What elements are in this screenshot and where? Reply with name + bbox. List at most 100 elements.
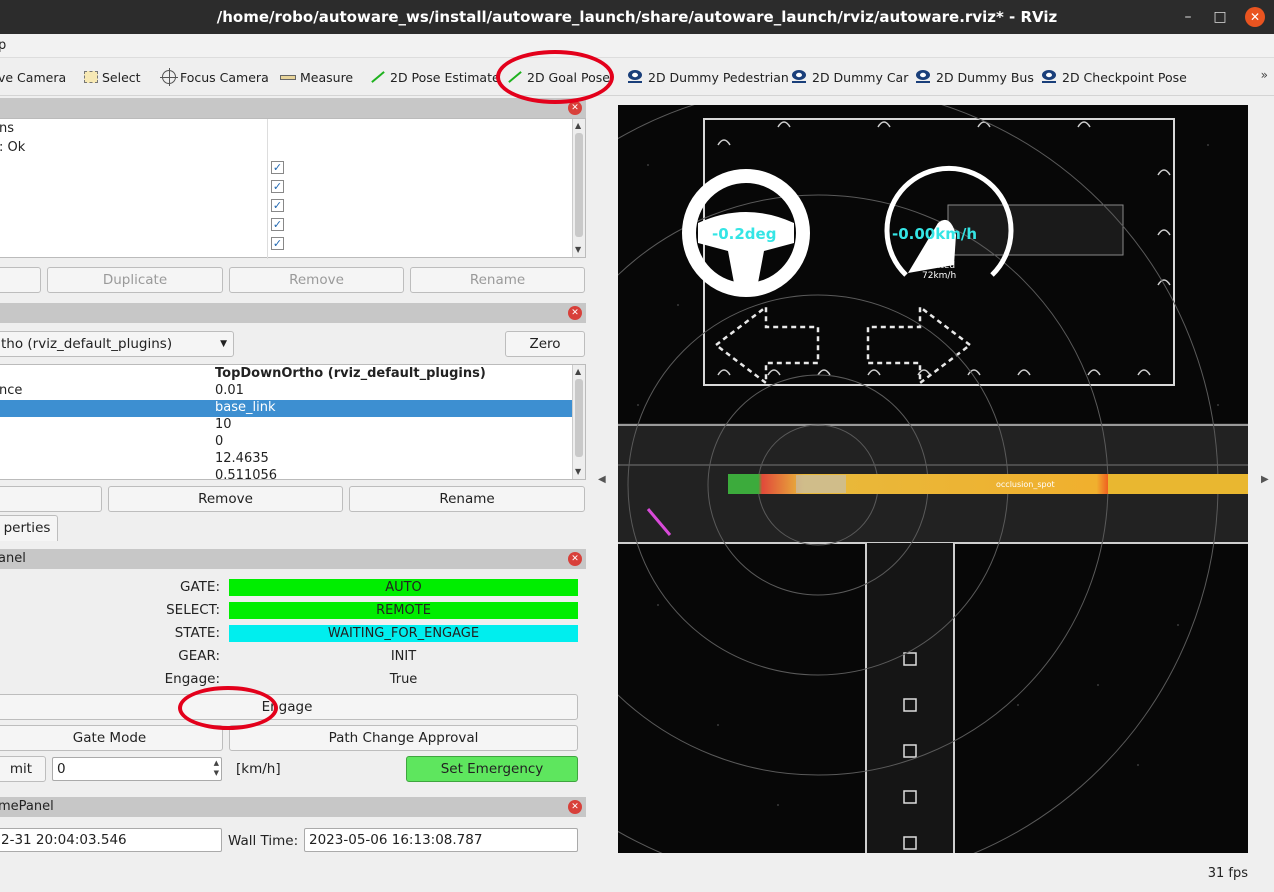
autoware-state-panel-header: anel ✕ [0,549,586,569]
tool-label: 2D Dummy Bus [936,69,1034,85]
splitter-right-arrow-icon[interactable]: ▶ [1261,474,1269,485]
scroll-thumb[interactable] [575,379,583,457]
chevron-down-icon: ▼ [220,339,227,349]
side-road [866,543,954,853]
enable-checkbox[interactable]: ✓ [271,180,284,193]
tree-item[interactable]: ns [0,121,14,138]
save-view-button[interactable] [0,486,102,512]
scroll-up-icon[interactable]: ▲ [575,367,581,376]
highlight-engage [178,686,278,730]
wall-time-field[interactable]: 2023-05-06 16:13:08.787 [304,828,578,852]
engage-button[interactable]: Engage [0,694,578,720]
zero-button[interactable]: Zero [505,331,585,357]
remove-display-button[interactable]: Remove [229,267,404,293]
tool-label: Select [102,69,141,85]
ruler-icon [280,74,296,80]
property-row-selected[interactable]: base_link [0,400,573,417]
add-button[interactable] [0,267,41,293]
select-status: REMOTE [229,602,578,619]
rename-display-button[interactable]: Rename [410,267,585,293]
velocity-limit-spinbox[interactable]: 0 ▲ ▼ [52,757,222,781]
column-divider [267,119,268,259]
vertical-scrollbar[interactable]: ▲ ▼ [572,365,585,479]
toolbar-overflow-icon[interactable]: » [1261,68,1268,82]
maximize-icon[interactable]: □ [1210,7,1230,27]
tool-label: 2D Dummy Pedestrian [648,69,789,85]
highlight-goal-pose [496,50,614,104]
tool-bar: ve Camera Select Focus Camera Measure 2D… [0,58,1274,96]
duplicate-button[interactable]: Duplicate [47,267,223,293]
gate-status: AUTO [229,579,578,596]
property-value[interactable]: 0.01 [215,383,244,398]
time-panel-header: mePanel ✕ [0,797,586,817]
enable-checkbox[interactable]: ✓ [271,237,284,250]
ego-vehicle [796,475,846,493]
scroll-down-icon[interactable]: ▼ [575,467,581,476]
rviz-3d-viewport[interactable]: occlusion_spot -0.2deg -0.00km/h limited… [618,105,1248,853]
tool-2d-dummy-car[interactable]: 2D Dummy Car [790,68,908,86]
scroll-thumb[interactable] [575,133,583,237]
wall-time-label: Wall Time: [228,833,299,849]
tab-properties[interactable]: perties [0,515,58,541]
vertical-scrollbar[interactable]: ▲ ▼ [572,119,585,257]
view-properties-tree[interactable]: TopDownOrtho (rviz_default_plugins) nce … [0,364,586,480]
property-value[interactable]: base_link [215,400,275,415]
panel-title: anel [0,551,26,566]
scroll-up-icon[interactable]: ▲ [575,121,581,130]
select-icon [84,71,98,83]
enable-checkbox[interactable]: ✓ [271,199,284,212]
property-value[interactable]: 0.511056 [215,468,277,480]
close-icon[interactable]: ✕ [1245,7,1265,27]
tool-measure[interactable]: Measure [280,68,353,86]
occlusion-label: occlusion_spot [996,480,1055,489]
gate-mode-button[interactable]: Gate Mode [0,725,223,751]
tool-2d-dummy-bus[interactable]: 2D Dummy Bus [914,68,1034,86]
enable-checkbox[interactable]: ✓ [271,218,284,231]
set-emergency-button[interactable]: Set Emergency [406,756,578,782]
path-change-approval-button[interactable]: Path Change Approval [229,725,578,751]
state-label: STATE: [174,625,220,641]
close-panel-icon[interactable]: ✕ [568,552,582,566]
tool-focus-camera[interactable]: Focus Camera [160,68,269,86]
property-row[interactable]: 0.511056 [0,468,573,480]
property-row[interactable]: 10 [0,417,573,434]
tool-2d-checkpoint-pose[interactable]: 2D Checkpoint Pose [1040,68,1187,86]
speed-value: -0.00km/h [892,225,977,243]
property-value[interactable]: 12.4635 [215,451,269,466]
spin-arrows-icon[interactable]: ▲ ▼ [214,758,219,778]
property-row[interactable]: nce 0.01 [0,383,573,400]
state-status: WAITING_FOR_ENGAGE [229,625,578,642]
tool-2d-dummy-pedestrian[interactable]: 2D Dummy Pedestrian [626,68,789,86]
velocity-limit-button[interactable]: mit [0,756,46,782]
minimize-icon[interactable]: – [1178,7,1198,27]
splitter-left-arrow-icon[interactable]: ◀ [598,474,606,485]
scroll-down-icon[interactable]: ▼ [575,245,581,254]
tool-2d-pose-estimate[interactable]: 2D Pose Estimate [370,68,500,86]
property-row[interactable]: 0 [0,434,573,451]
window-title: /home/robo/autoware_ws/install/autoware_… [216,8,1058,26]
displays-panel-header: ✕ [0,98,586,118]
tool-select[interactable]: Select [84,68,141,86]
property-key: nce [0,383,23,398]
menu-item-help[interactable]: p [0,38,6,53]
fps-counter: 31 fps [1207,866,1248,881]
tree-item-status[interactable]: : Ok [0,140,25,157]
velocity-unit: [km/h] [236,761,281,777]
enable-checkbox[interactable]: ✓ [271,161,284,174]
title-bar: /home/robo/autoware_ws/install/autoware_… [0,0,1274,34]
right-turn-indicator [866,304,973,386]
close-panel-icon[interactable]: ✕ [568,306,582,320]
property-value[interactable]: 10 [215,417,232,432]
tool-move-camera[interactable]: ve Camera [0,68,66,86]
rename-view-button[interactable]: Rename [349,486,585,512]
property-row[interactable]: 12.4635 [0,451,573,468]
tool-label: ve Camera [0,69,67,85]
displays-tree[interactable]: ns : Ok ✓ ✓ ✓ ✓ ✓ ▲ ▼ [0,118,586,259]
tool-label: 2D Checkpoint Pose [1062,69,1187,85]
view-type-dropdown[interactable]: tho (rviz_default_plugins) ▼ [0,331,234,357]
close-panel-icon[interactable]: ✕ [568,800,582,814]
remove-view-button[interactable]: Remove [108,486,343,512]
ros-time-field[interactable]: 2-31 20:04:03.546 [0,828,222,852]
property-value[interactable]: 0 [215,434,223,449]
select-label: SELECT: [166,602,220,618]
